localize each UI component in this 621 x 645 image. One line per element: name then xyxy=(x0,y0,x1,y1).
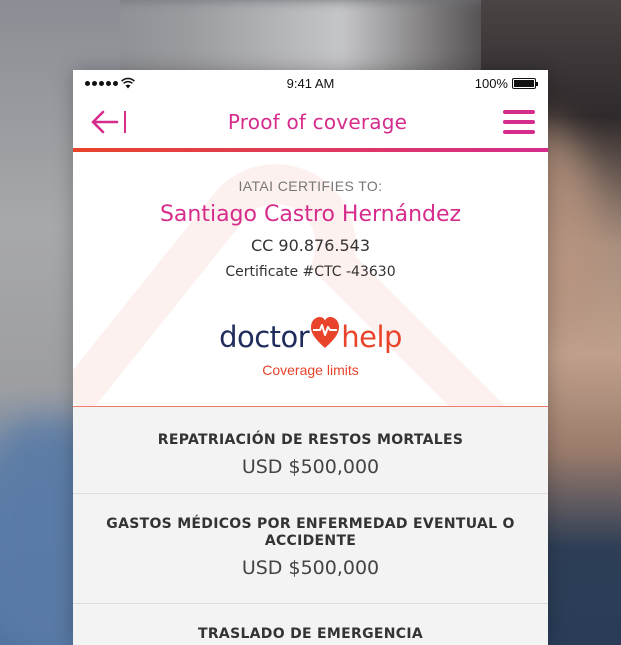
holder-name: Santiago Castro Hernández xyxy=(159,202,462,227)
coverage-amount: USD $500,000 xyxy=(241,557,380,579)
coverage-amount: USD $500,000 xyxy=(241,456,380,478)
navigation-bar: Proof of coverage xyxy=(73,96,548,148)
coverage-name: REPATRIACIÓN DE RESTOS MORTALES xyxy=(157,432,464,448)
logo-text-help: help xyxy=(341,320,402,354)
hamburger-menu-icon xyxy=(503,110,535,134)
phone-screen: 9:41 AM 100% Proof of coverage IATAI CER… xyxy=(73,70,548,645)
status-bar: 9:41 AM 100% xyxy=(73,70,548,96)
menu-button[interactable] xyxy=(496,102,536,142)
signal-dots-icon xyxy=(85,80,118,86)
coverage-item: GASTOS MÉDICOS POR ENFERMEDAD EVENTUAL O… xyxy=(73,494,548,604)
battery-icon xyxy=(511,77,538,89)
coverage-name: TRASLADO DE EMERGENCIA xyxy=(198,626,423,642)
certifies-label: IATAI CERTIFIES TO: xyxy=(238,178,383,194)
certificate-section: IATAI CERTIFIES TO: Santiago Castro Hern… xyxy=(73,152,548,406)
page-title: Proof of coverage xyxy=(227,110,408,134)
coverage-limits-label: Coverage limits xyxy=(262,362,359,378)
certificate-number: Certificate #CTC -43630 xyxy=(225,264,396,280)
battery-percent: 100% xyxy=(474,75,508,91)
coverage-item: TRASLADO DE EMERGENCIA xyxy=(73,604,548,645)
back-button[interactable] xyxy=(89,102,139,142)
battery-level xyxy=(513,79,534,87)
doctorhelp-logo: doctor help xyxy=(73,308,548,354)
coverage-name: GASTOS MÉDICOS POR ENFERMEDAD EVENTUAL O… xyxy=(106,516,515,549)
signal-indicator xyxy=(85,77,175,89)
section-divider xyxy=(73,406,548,407)
wifi-icon xyxy=(121,77,135,89)
coverage-item: REPATRIACIÓN DE RESTOS MORTALES USD $500… xyxy=(73,407,548,494)
status-time: 9:41 AM xyxy=(286,75,335,91)
document-id: CC 90.876.543 xyxy=(250,236,371,255)
logo-text-doctor: doctor xyxy=(219,320,310,354)
battery-indicator: 100% xyxy=(446,75,538,91)
arrow-left-icon xyxy=(91,110,126,134)
coverage-list: REPATRIACIÓN DE RESTOS MORTALES USD $500… xyxy=(73,407,548,645)
heart-pulse-icon xyxy=(311,317,340,348)
